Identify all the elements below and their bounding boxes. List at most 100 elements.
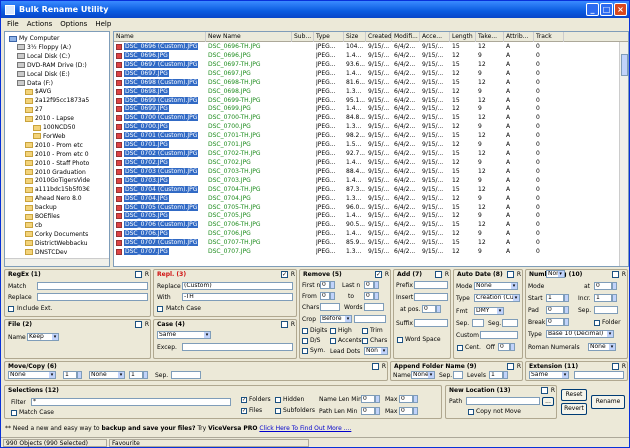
tree-item[interactable]: 2a12f95cc1873a5 [25, 96, 89, 105]
first-n-input[interactable]: 0 [320, 281, 330, 289]
num-pad-input[interactable]: 0 [546, 306, 564, 314]
file-row[interactable]: DSC_0707.JPG DSC_0707.JPG JPEG... 1.3... 9/1… [114, 248, 620, 257]
extension-input[interactable] [574, 371, 624, 379]
accents-checkbox[interactable] [330, 338, 336, 344]
tree-item[interactable]: 2010 - Lapse [25, 114, 74, 123]
case-reset-button[interactable]: R [291, 321, 295, 328]
file-row[interactable]: DSC_0696 (Custom).JPG DSC_0696-TH.JPG JPEG… [114, 43, 620, 52]
from-spinner[interactable] [330, 292, 335, 300]
file-row[interactable]: DSC_0703.JPG DSC_0703.JPG JPEG... 1.4... 9/1… [114, 176, 620, 186]
folder-checkbox[interactable] [594, 320, 600, 326]
tree-item[interactable]: 2010 - Prom etc [25, 141, 83, 150]
chars-input[interactable] [320, 303, 340, 311]
column-header[interactable]: Size [344, 32, 366, 42]
case-select[interactable]: Same [157, 331, 211, 339]
to-spinner[interactable] [374, 292, 379, 300]
cent-checkbox[interactable] [457, 345, 463, 351]
off-input[interactable]: 0 [498, 343, 510, 351]
high-checkbox[interactable] [330, 328, 336, 334]
file-row[interactable]: DSC_0700.JPG DSC_0700.JPG JPEG... 1.3... 9/1… [114, 123, 620, 132]
name-len-min-input[interactable]: 0 [361, 395, 375, 403]
num-type-select[interactable]: Base 10 (Decimal) [546, 330, 614, 338]
tree-item[interactable]: Ahead Nero 8.0 [25, 194, 82, 203]
replace-reset-button[interactable]: R [291, 271, 295, 278]
regex-enable-checkbox[interactable] [135, 271, 142, 278]
tree-item[interactable]: Corky Documents [25, 230, 88, 239]
tree-item[interactable]: 3½ Floppy (A:) [17, 43, 71, 52]
move-copy-select-1[interactable]: None [8, 371, 56, 379]
file-row[interactable]: DSC_0699.JPG DSC_0699.JPG JPEG... 1.4... 9/1… [114, 105, 620, 114]
from-input[interactable]: 0 [320, 292, 330, 300]
tree-item[interactable]: a111bdc15b5f03€ [25, 185, 90, 194]
num-incr-spinner[interactable] [612, 294, 617, 302]
num-pad-spinner[interactable] [564, 306, 569, 314]
new-location-reset-button[interactable]: R [551, 387, 555, 394]
num-mode-select[interactable]: None [546, 270, 565, 278]
tree-item[interactable]: Local Disk (E:) [17, 70, 70, 79]
rename-button[interactable]: Rename [591, 395, 625, 409]
num-start-input[interactable]: 1 [546, 294, 564, 302]
hidden-checkbox[interactable] [275, 397, 281, 403]
menu-file[interactable]: File [3, 20, 23, 28]
levels-input[interactable]: 1 [489, 371, 503, 379]
move-copy-reset-button[interactable]: R [382, 363, 386, 370]
date-type-select[interactable]: Creation (Cur [474, 294, 520, 302]
first-n-spinner[interactable] [330, 281, 335, 289]
at-pos-input[interactable]: 0 [422, 305, 436, 313]
file-row[interactable]: DSC_0706.JPG DSC_0706.JPG JPEG... 1.4... 9/1… [114, 230, 620, 239]
tree-item[interactable]: Local Disk (C:) [17, 52, 70, 61]
num-at-input[interactable]: 0 [594, 282, 612, 290]
add-reset-button[interactable]: R [445, 271, 449, 278]
sym-checkbox[interactable] [302, 348, 308, 354]
auto-date-reset-button[interactable]: R [517, 271, 521, 278]
close-button[interactable]: × [614, 3, 627, 16]
date-fmt-select[interactable]: DMY [474, 307, 504, 315]
words-input[interactable] [364, 303, 384, 311]
move-copy-enable-checkbox[interactable] [372, 363, 379, 370]
lead-dots-select[interactable]: Non [364, 347, 388, 355]
regex-reset-button[interactable]: R [145, 271, 149, 278]
file-enable-checkbox[interactable] [135, 321, 142, 328]
file-row[interactable]: DSC_0704.JPG DSC_0704.JPG JPEG... 1.3... 9/1… [114, 194, 620, 204]
roman-select[interactable]: None [588, 343, 616, 351]
move-copy-spinner-1[interactable] [77, 371, 82, 379]
date-seg-input[interactable] [502, 319, 518, 327]
path-input[interactable] [466, 397, 540, 405]
tree-item[interactable]: 100NCD50 [33, 123, 75, 132]
tree-item[interactable]: My Computer [9, 34, 59, 43]
numbering-enable-checkbox[interactable] [612, 271, 619, 278]
menu-help[interactable]: Help [91, 20, 115, 28]
append-sep-input[interactable] [453, 371, 463, 379]
file-row[interactable]: DSC_0696.JPG DSC_0696.JPG JPEG... 1.4... 9/1… [114, 51, 620, 61]
append-folder-reset-button[interactable]: R [517, 363, 521, 370]
file-row[interactable]: DSC_0700 (Custom).JPG DSC_0700-TH.JPG JPEG… [114, 114, 620, 123]
menu-actions[interactable]: Actions [23, 20, 57, 28]
num-at-spinner[interactable] [612, 282, 617, 290]
column-header[interactable]: New Name [206, 32, 292, 42]
prefix-input[interactable] [414, 281, 448, 289]
case-enable-checkbox[interactable] [281, 321, 288, 328]
match-case-checkbox[interactable] [157, 306, 163, 312]
move-copy-count-1[interactable]: 1 [63, 371, 77, 379]
file-row[interactable]: DSC_0702.JPG DSC_0702.JPG JPEG... 1.4... 9/1… [114, 158, 620, 168]
extension-reset-button[interactable]: R [622, 363, 626, 370]
path-len-max-spinner[interactable] [413, 407, 418, 415]
digits-checkbox[interactable] [302, 328, 308, 334]
browse-button[interactable]: ... [542, 397, 554, 406]
file-list-scrollbar[interactable] [619, 42, 628, 266]
last-n-spinner[interactable] [374, 281, 379, 289]
file-row[interactable]: DSC_0699 (Custom).JPG DSC_0699-TH.JPG JPEG… [114, 96, 620, 106]
tree-item[interactable]: 2010 - Prom etc 0 [25, 150, 89, 159]
file-row[interactable]: DSC_0704 (Custom).JPG DSC_0704-TH.JPG JPEG… [114, 185, 620, 195]
insert-input[interactable] [414, 293, 448, 301]
minimize-button[interactable]: _ [586, 3, 599, 16]
num-start-spinner[interactable] [564, 294, 569, 302]
append-name-select[interactable]: None [411, 371, 435, 379]
path-len-min-input[interactable]: 0 [361, 407, 375, 415]
path-len-min-spinner[interactable] [375, 407, 380, 415]
include-ext-checkbox[interactable] [8, 306, 14, 312]
file-name-select[interactable]: Keep [27, 333, 59, 341]
maximize-button[interactable]: □ [600, 3, 613, 16]
off-spinner[interactable] [510, 343, 515, 351]
with-input[interactable]: -TH [182, 293, 293, 301]
